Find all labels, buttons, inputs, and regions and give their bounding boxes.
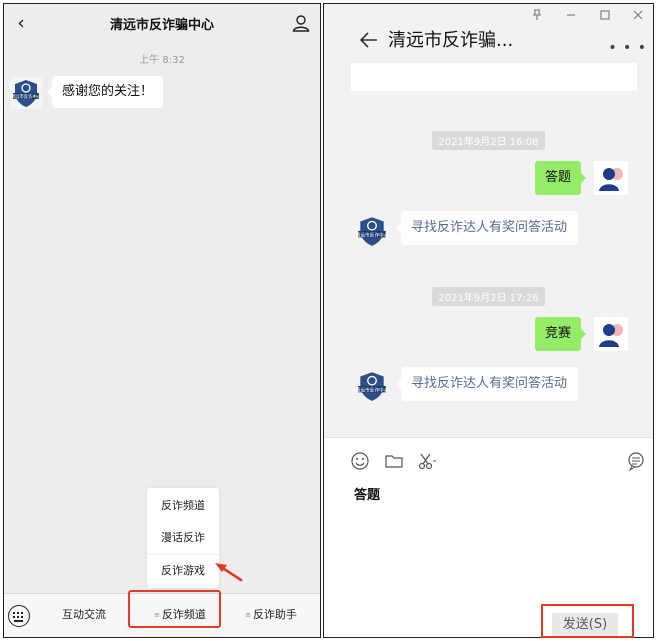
arrow-left-icon[interactable]	[358, 29, 380, 51]
qingyuan-antifraud-logo-icon[interactable]: 清远市反诈中心	[10, 77, 42, 109]
user-avatar-icon[interactable]	[594, 317, 628, 351]
timestamp-label: 2021年9月2日 16:08	[432, 131, 545, 150]
pin-icon[interactable]	[530, 8, 544, 22]
desktop-chat-title: 清远市反诈骗...	[388, 30, 514, 51]
submenu-item-fanzha-pindao[interactable]: 反诈频道	[147, 490, 219, 522]
scissors-icon[interactable]	[417, 451, 437, 471]
maximize-icon[interactable]	[598, 8, 612, 22]
submenu-indicator-icon: ≡	[245, 611, 251, 619]
chat-history-icon[interactable]	[626, 451, 646, 471]
mobile-chat-title: 清远市反诈骗中心	[109, 18, 214, 33]
sent-message-bubble: 答题	[535, 161, 587, 195]
message-timestamp: 2021年9月2日 16:08	[324, 130, 653, 150]
activity-link-bubble[interactable]: 寻找反诈达人有奖问答活动	[396, 211, 578, 245]
menu-label: 反诈助手	[252, 608, 297, 621]
timestamp-label: 2021年9月2日 17:26	[432, 287, 545, 306]
folder-icon[interactable]	[384, 451, 404, 471]
previous-message-card	[351, 63, 637, 91]
user-icon[interactable]	[291, 13, 311, 33]
sent-message-bubble: 竞赛	[535, 317, 587, 351]
mobile-header: ‹ 清远市反诈骗中心	[4, 4, 320, 42]
highlight-box	[128, 590, 221, 628]
message-input-field[interactable]: 答题	[354, 484, 380, 503]
screenshot-root: ‹ 清远市反诈骗中心 上午 8:32 清远市反诈中心 感谢您的关注！ 反诈频道 …	[0, 0, 656, 641]
minimize-icon[interactable]	[564, 8, 578, 22]
svg-text:清远市反诈中心: 清远市反诈中心	[356, 386, 389, 393]
svg-text:清远市反诈中心: 清远市反诈中心	[356, 231, 389, 238]
red-arrow-icon	[215, 563, 243, 582]
menu-fanzha-zhushou[interactable]: ≡ 反诈助手	[240, 606, 302, 624]
message-timestamp: 2021年9月2日 17:26	[324, 286, 653, 306]
highlight-box	[541, 604, 634, 638]
desktop-chat-panel: 清远市反诈骗... • • • 2021年9月2日 16:08 答题 清远市反诈…	[323, 3, 654, 638]
mobile-chat-panel: ‹ 清远市反诈骗中心 上午 8:32 清远市反诈中心 感谢您的关注！ 反诈频道 …	[3, 3, 321, 638]
desktop-chat-header: 清远市反诈骗... • • •	[324, 22, 653, 62]
svg-text:清远市反诈中心: 清远市反诈中心	[11, 93, 42, 100]
welcome-message-bubble: 感谢您的关注！	[46, 76, 164, 108]
emoji-icon[interactable]	[350, 451, 370, 471]
submenu-popup: 反诈频道 漫话反诈 反诈游戏	[147, 488, 219, 588]
qingyuan-antifraud-logo-icon[interactable]: 清远市反诈中心	[355, 214, 389, 248]
message-timestamp: 上午 8:32	[139, 55, 185, 66]
user-avatar-icon[interactable]	[594, 161, 628, 195]
menu-hudong-jiaoliu[interactable]: 互动交流	[54, 606, 114, 624]
submenu-item-fanzha-youxi[interactable]: 反诈游戏	[147, 554, 219, 586]
submenu-item-manhua-fanzha[interactable]: 漫话反诈	[147, 522, 219, 554]
close-icon[interactable]	[631, 8, 645, 22]
qingyuan-antifraud-logo-icon[interactable]: 清远市反诈中心	[355, 369, 389, 403]
menu-label: 互动交流	[62, 608, 106, 621]
more-icon[interactable]: • • •	[608, 40, 647, 56]
activity-link-bubble[interactable]: 寻找反诈达人有奖问答活动	[396, 367, 578, 401]
keyboard-icon[interactable]	[8, 605, 30, 627]
